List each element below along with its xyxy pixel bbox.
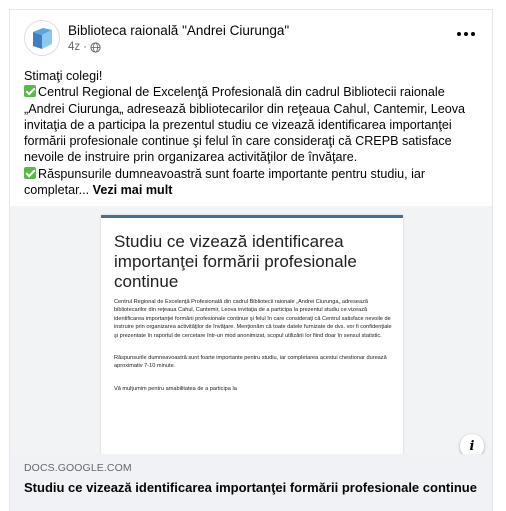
post-greeting: Stimaţi colegi! <box>24 69 103 83</box>
form-title: Studiu ce vizează identificarea importan… <box>114 232 357 291</box>
form-paragraph: Vă mulţumim pentru amabilitatea de a par… <box>114 385 237 392</box>
meta-separator: · <box>83 41 87 53</box>
post-paragraph-text: Răspunsurile dumneavoastră sunt foarte i… <box>24 166 426 198</box>
post-paragraph: Răspunsurile dumneavoastră sunt foarte i… <box>24 166 488 199</box>
form-paragraph: Răspunsurile dumneavoastră sunt foarte i… <box>114 355 387 370</box>
form-paragraph: Centrul Regional de Excelenţă Profesiona… <box>114 299 392 339</box>
facebook-post: Biblioteca raională "Andrei Ciurunga" 4z… <box>9 9 493 511</box>
check-mark-icon <box>24 166 36 179</box>
form-description: Centrul Regional de Excelenţă Profesiona… <box>114 298 394 407</box>
link-card-footer[interactable]: DOCS.GOOGLE.COM Studiu ce vizează identi… <box>10 454 492 511</box>
more-dot-icon <box>464 32 468 36</box>
link-preview-image[interactable]: Studiu ce vizează identificarea importan… <box>10 206 492 454</box>
globe-icon <box>90 41 101 53</box>
check-mark-icon <box>24 85 36 98</box>
link-title[interactable]: Studiu ce vizează identificarea importan… <box>24 479 484 496</box>
link-domain: DOCS.GOOGLE.COM <box>24 462 132 474</box>
link-preview-card[interactable]: Studiu ce vizează identificarea importan… <box>10 206 492 511</box>
post-meta: 4z · <box>68 41 101 53</box>
more-dot-icon <box>471 32 475 36</box>
post-paragraph: Centrul Regional de Excelenţă Profesiona… <box>24 84 488 165</box>
more-dot-icon <box>457 32 461 36</box>
post-timestamp[interactable]: 4z <box>68 41 80 53</box>
google-form-preview: Studiu ce vizează identificarea importan… <box>101 215 403 454</box>
library-logo-icon <box>25 21 59 55</box>
see-more-link[interactable]: Vezi mai mult <box>93 183 173 197</box>
post-header: Biblioteca raională "Andrei Ciurunga" 4z… <box>10 10 492 62</box>
more-options-button[interactable] <box>454 24 478 44</box>
post-paragraph-text: Centrul Regional de Excelenţă Profesiona… <box>24 85 466 165</box>
page-avatar[interactable] <box>24 20 60 56</box>
page-name[interactable]: Biblioteca raională "Andrei Ciurunga" <box>68 23 289 38</box>
post-message: Stimaţi colegi! Centrul Regional de Exce… <box>24 68 488 198</box>
